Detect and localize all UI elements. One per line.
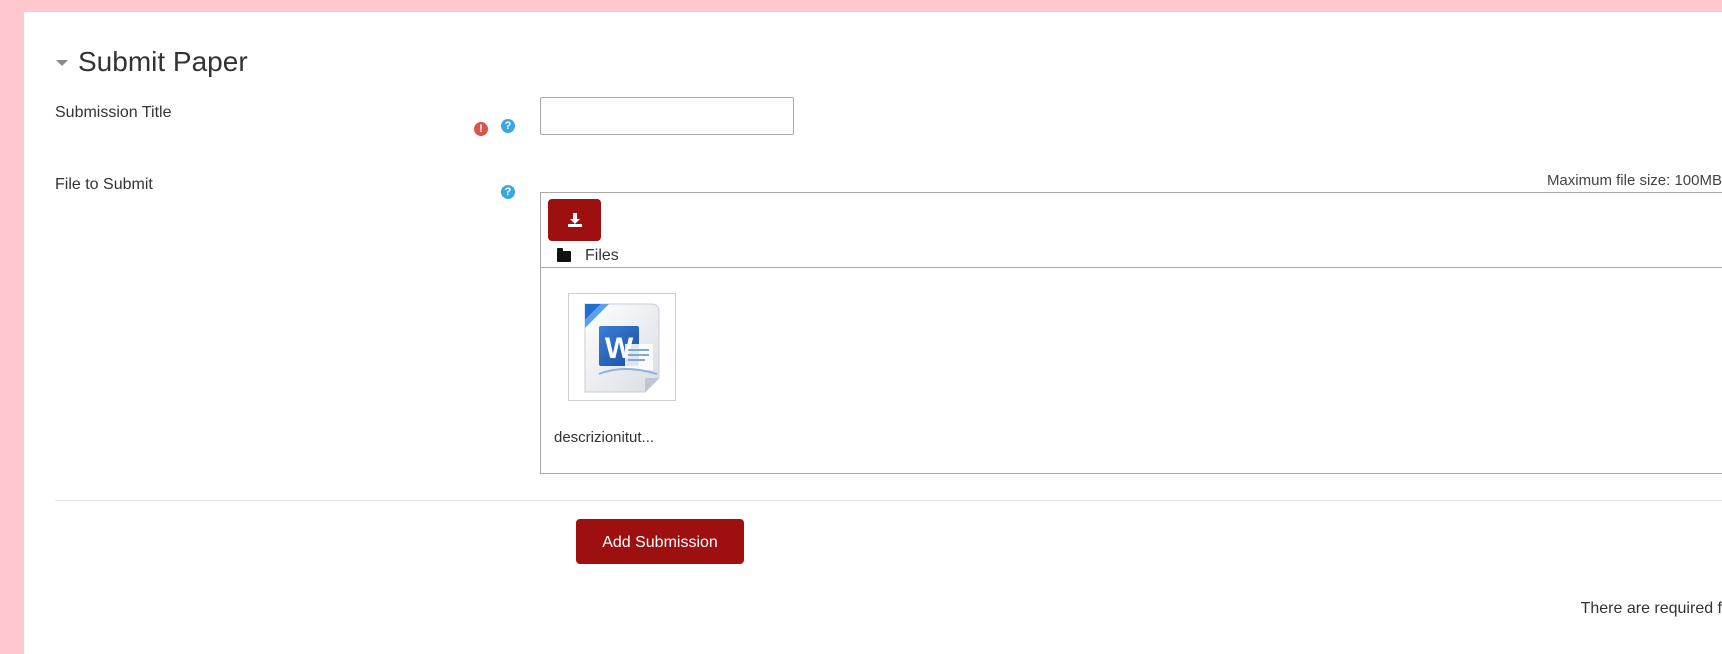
file-picker-toolbar: Files xyxy=(541,193,1722,268)
required-icon: ! xyxy=(474,122,488,136)
word-document-icon: W xyxy=(584,303,660,393)
file-path-breadcrumb[interactable]: Files xyxy=(557,247,619,265)
upload-button[interactable] xyxy=(548,199,601,241)
required-fields-note: There are required f xyxy=(1580,600,1722,617)
file-item[interactable]: W xyxy=(568,293,676,401)
download-icon xyxy=(567,213,582,227)
section-title: Submit Paper xyxy=(78,46,248,77)
caret-down-icon[interactable] xyxy=(56,60,68,66)
path-label: Files xyxy=(585,247,619,264)
add-submission-button[interactable]: Add Submission xyxy=(576,519,744,564)
submission-title-label: Submission Title xyxy=(55,104,172,121)
file-name[interactable]: descrizionitut... xyxy=(554,429,654,446)
max-file-size: Maximum file size: 100MB xyxy=(1546,172,1722,189)
file-picker[interactable]: Files W descrizionitut... xyxy=(540,192,1722,474)
file-to-submit-label: File to Submit xyxy=(55,176,153,193)
divider xyxy=(55,500,1722,501)
help-icon[interactable]: ? xyxy=(501,185,515,199)
section-header[interactable]: Submit Paper xyxy=(56,46,248,78)
submission-title-input[interactable] xyxy=(540,97,794,135)
help-icon[interactable]: ? xyxy=(501,119,515,133)
folder-icon xyxy=(557,247,571,262)
form-panel: Submit Paper Submission Title ! ? File t… xyxy=(24,12,1722,654)
